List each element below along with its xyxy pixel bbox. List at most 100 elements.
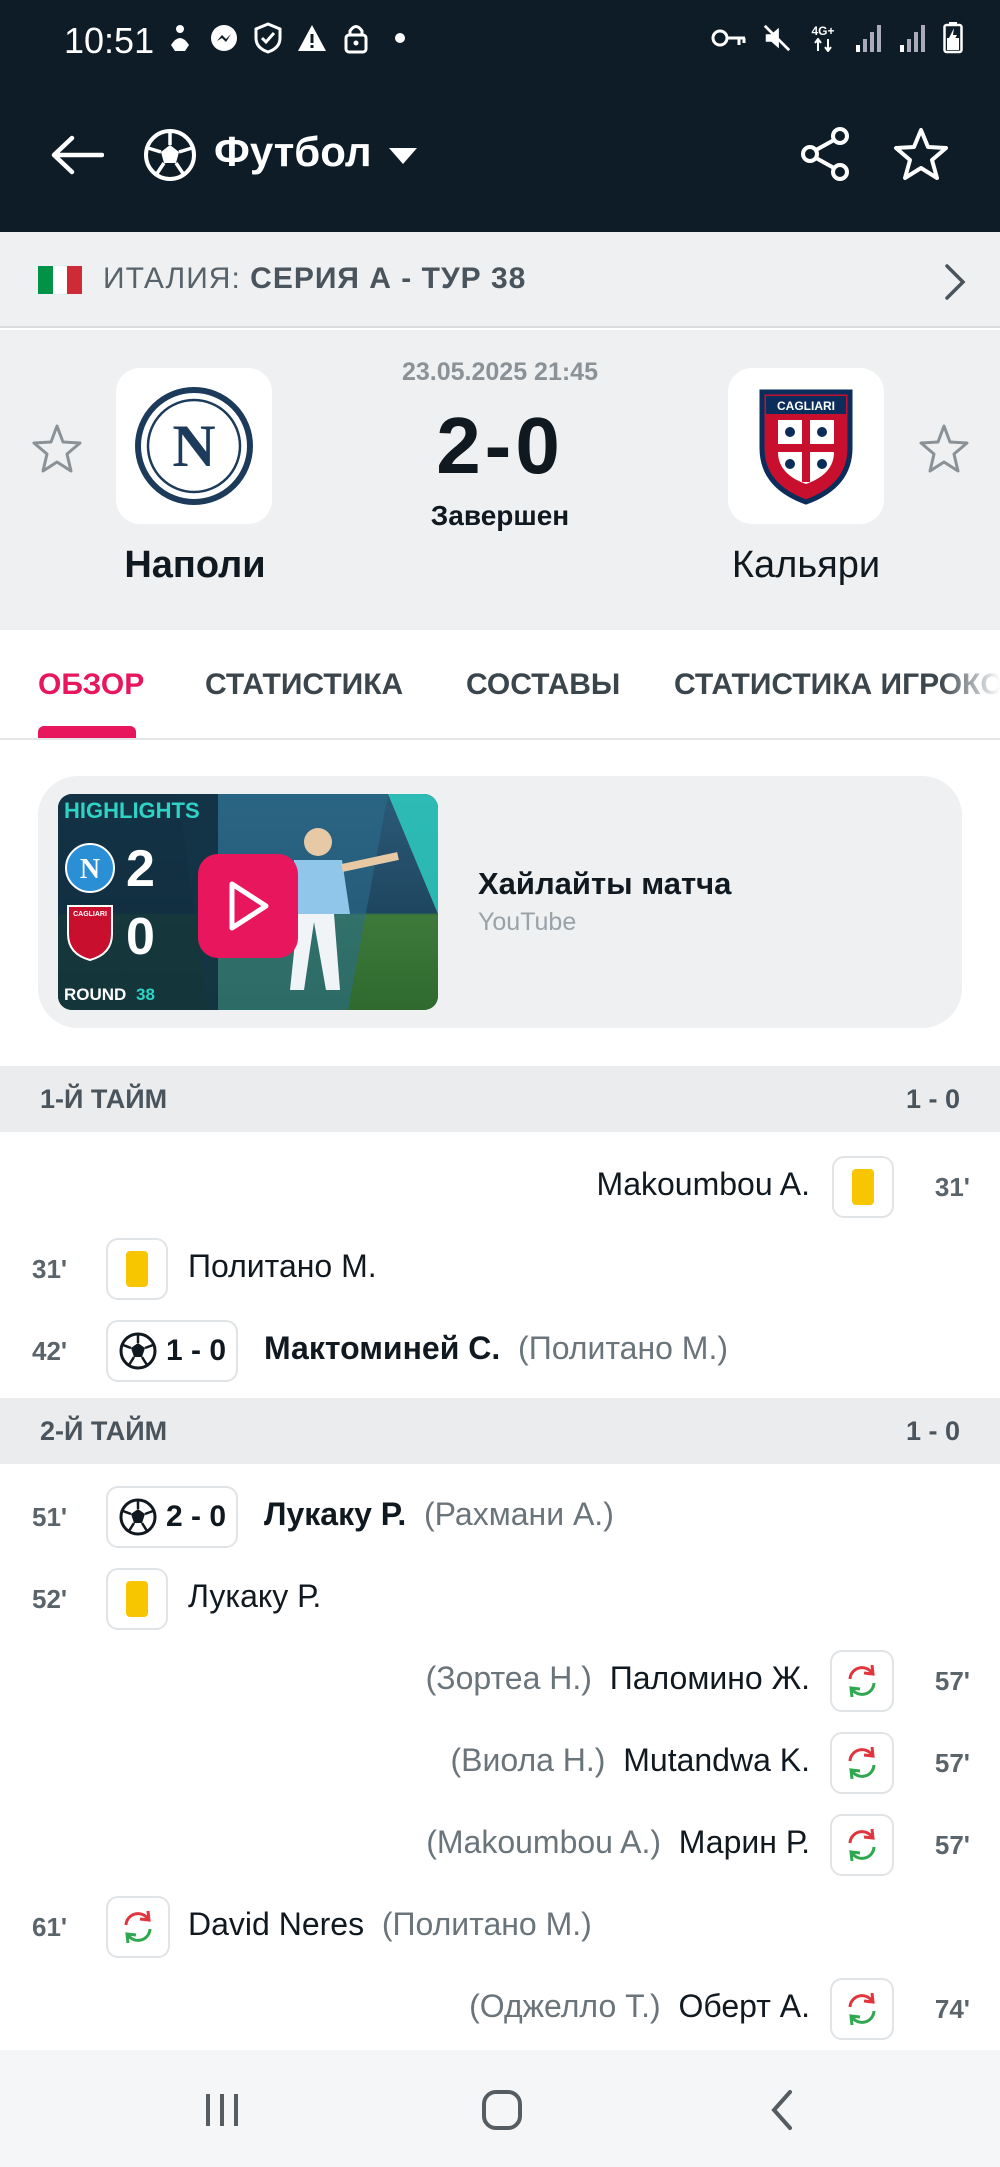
vpn-key-icon [710, 22, 748, 54]
sport-selector[interactable]: Футбол [214, 128, 372, 176]
league-country: ИТАЛИЯ: [103, 262, 241, 295]
event-player: (Зортеа Н.) Паломино Ж. [425, 1660, 810, 1696]
match-status: Завершен [430, 500, 570, 531]
home-favorite-star-icon[interactable] [30, 422, 84, 476]
thumb-round: ROUND [64, 985, 126, 1004]
event-player: Мактоминей С. (Политано М.) [264, 1330, 728, 1366]
event-assist: (Зортеа Н.) [425, 1660, 592, 1696]
highlights-thumbnail[interactable]: HIGHLIGHTS N 2 CAGLIARI 0 ROUND 38 [58, 794, 438, 1010]
half-score: 1 - 0 [905, 1416, 960, 1446]
italy-flag-icon [38, 266, 83, 294]
warning-icon [297, 22, 327, 54]
half-header-2: 2-Й ТАЙМ 1 - 0 [0, 1398, 1000, 1464]
event-row[interactable]: 61' David Neres (Политано М.) [0, 1890, 1000, 1960]
signal-icon [898, 22, 928, 54]
yellow-card-icon [832, 1156, 894, 1218]
event-player: David Neres (Политано М.) [188, 1906, 592, 1942]
tab-lineups[interactable]: СОСТАВЫ [466, 668, 620, 702]
yellow-card-icon [106, 1568, 168, 1630]
signal-icon [854, 22, 884, 54]
cagliari-logo-icon: CAGLIARI [759, 389, 853, 505]
tabs-fade [940, 630, 1000, 738]
event-row[interactable]: (Оджелло Т.) Оберт А. 74' [0, 1972, 1000, 2042]
back-button[interactable] [46, 124, 108, 186]
event-minute: 57' [934, 1830, 970, 1860]
event-minute: 74' [934, 1994, 970, 2024]
event-assist: (Политано М.) [381, 1906, 592, 1942]
event-row[interactable]: 42' 1 - 0 Мактоминей С. (Политано М.) [0, 1314, 1000, 1384]
chevron-down-icon[interactable] [388, 146, 418, 166]
share-icon [801, 127, 849, 181]
chevron-right-icon[interactable] [940, 262, 970, 302]
match-tabs: ОБЗОР СТАТИСТИКА СОСТАВЫ СТАТИСТИКА ИГРО… [0, 630, 1000, 740]
league-bar[interactable]: ИТАЛИЯ: СЕРИЯ А - ТУР 38 [0, 232, 1000, 328]
event-row[interactable]: 51' 2 - 0 Лукаку Р. (Рахмани А.) [0, 1480, 1000, 1550]
share-button[interactable] [798, 126, 852, 182]
status-time: 10:51 [64, 20, 155, 61]
battery-icon [942, 22, 964, 54]
flag-stripe-white [52, 266, 68, 294]
substitution-icon [830, 1650, 894, 1712]
event-assist: (Рахмани А.) [423, 1496, 614, 1532]
flag-stripe-green [38, 266, 53, 294]
recent-apps-icon[interactable] [192, 2080, 252, 2140]
star-outline-icon [894, 128, 948, 180]
active-tab-indicator [38, 726, 136, 738]
highlights-source: YouTube [478, 908, 577, 936]
away-team-name[interactable]: Кальяри [676, 544, 936, 587]
event-player: Политано М. [188, 1248, 377, 1284]
back-arrow-icon [51, 135, 104, 175]
accessibility-icon [165, 22, 195, 54]
favorite-button[interactable] [890, 124, 952, 186]
thumb-home-goals: 2 [126, 840, 155, 898]
away-logo-text: CAGLIARI [777, 399, 835, 413]
goal-score: 2 - 0 [166, 1500, 227, 1533]
event-row[interactable]: 31' Политано М. [0, 1232, 1000, 1302]
soccer-ball-icon[interactable] [143, 128, 197, 182]
event-player: Лукаку Р. (Рахмани А.) [264, 1496, 614, 1532]
system-nav-bar [0, 2050, 1000, 2167]
event-minute: 52' [32, 1584, 68, 1614]
play-button[interactable] [198, 854, 298, 958]
event-player: (Makoumbou A.) Марин Р. [426, 1824, 810, 1860]
match-datetime: 23.05.2025 21:45 [401, 358, 598, 386]
lock-icon [341, 22, 371, 54]
event-minute: 57' [934, 1748, 970, 1778]
home-team-logo[interactable]: N [116, 368, 272, 524]
half-label: 2-Й ТАЙМ [40, 1416, 168, 1446]
goal-score: 1 - 0 [166, 1334, 227, 1367]
tab-statistics[interactable]: СТАТИСТИКА [205, 668, 403, 702]
event-row[interactable]: 52' Лукаку Р. [0, 1562, 1000, 1632]
home-icon[interactable] [472, 2080, 532, 2140]
highlights-title[interactable]: Хайлайты матча [478, 866, 731, 902]
shield-icon [253, 22, 283, 54]
event-minute: 31' [32, 1254, 68, 1284]
back-icon[interactable] [752, 2080, 812, 2140]
thumb-home-logo-letter: N [80, 854, 100, 885]
soccer-ball-icon [119, 1332, 157, 1370]
highlights-card[interactable]: HIGHLIGHTS N 2 CAGLIARI 0 ROUND 38 Хайла… [38, 776, 962, 1028]
event-player: (Виола Н.) Mutandwa K. [450, 1742, 810, 1778]
half-header-1: 1-Й ТАЙМ 1 - 0 [0, 1066, 1000, 1132]
substitution-icon [830, 1978, 894, 2040]
event-minute: 61' [32, 1912, 68, 1942]
home-team-name[interactable]: Наполи [65, 544, 325, 587]
napoli-logo-icon: N [135, 387, 253, 505]
network-4g-icon: 4G+ [806, 22, 840, 54]
event-row[interactable]: (Зортеа Н.) Паломино Ж. 57' [0, 1644, 1000, 1714]
away-favorite-star-icon[interactable] [917, 422, 971, 476]
dot-icon [385, 22, 415, 54]
league-title: ИТАЛИЯ: СЕРИЯ А - ТУР 38 [103, 262, 526, 296]
event-minute: 57' [934, 1666, 970, 1696]
away-team-logo[interactable]: CAGLIARI [728, 368, 884, 524]
mute-icon [762, 22, 792, 54]
substitution-icon [830, 1814, 894, 1876]
event-row[interactable]: (Виола Н.) Mutandwa K. 57' [0, 1726, 1000, 1796]
network-label: 4G+ [811, 23, 835, 38]
event-row[interactable]: Makoumbou A. 31' [0, 1150, 1000, 1220]
event-minute: 51' [32, 1502, 68, 1532]
tab-overview[interactable]: ОБЗОР [38, 668, 144, 702]
goal-badge: 1 - 0 [106, 1320, 239, 1382]
half-label: 1-Й ТАЙМ [40, 1084, 168, 1114]
event-row[interactable]: (Makoumbou A.) Марин Р. 57' [0, 1808, 1000, 1878]
